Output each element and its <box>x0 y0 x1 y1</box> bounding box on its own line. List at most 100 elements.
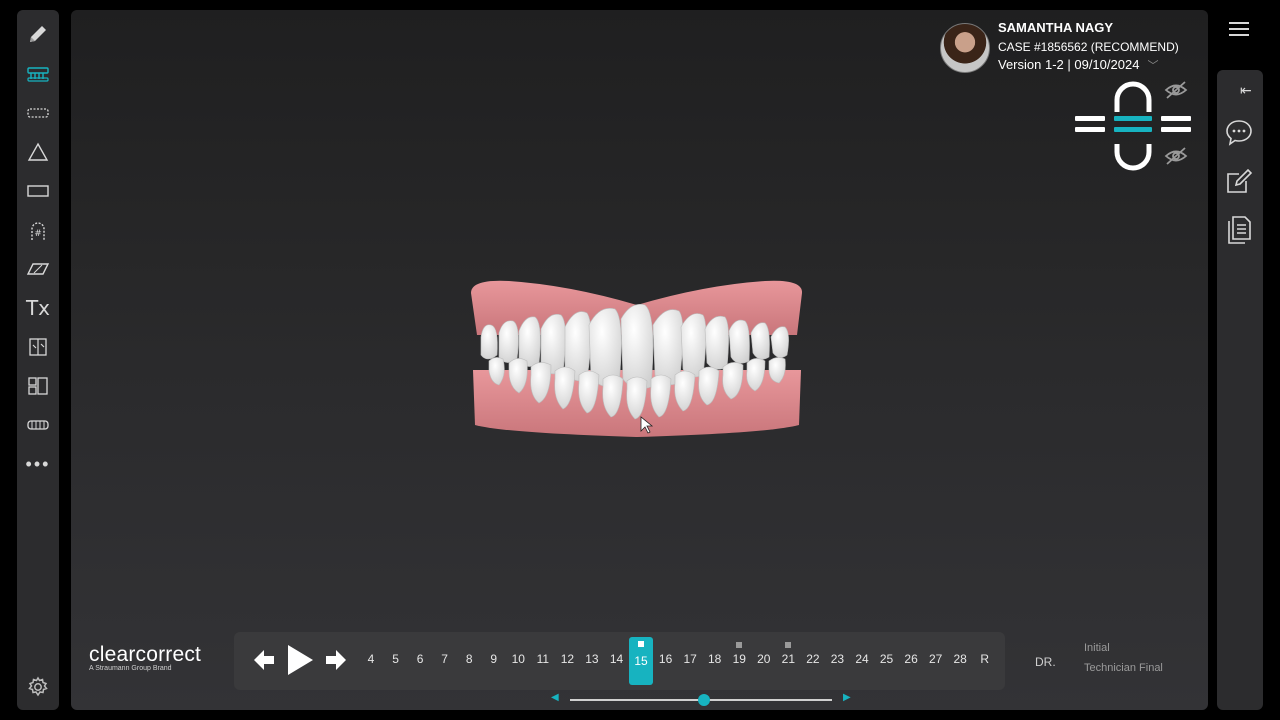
stage-label: 8 <box>465 652 473 666</box>
stage-27[interactable]: 27 <box>924 652 948 666</box>
stage-26[interactable]: 26 <box>899 652 923 666</box>
stage-4[interactable]: 4 <box>359 652 383 666</box>
stage-14[interactable]: 14 <box>605 652 629 666</box>
stage-17[interactable]: 17 <box>678 652 702 666</box>
stage-label: 10 <box>511 652 525 666</box>
arrow-left-icon <box>254 650 274 670</box>
version-label: Version 1-2 | 09/10/2024 <box>998 57 1140 72</box>
comments-button[interactable] <box>1224 118 1254 148</box>
left-toolbar: # Tx ••• <box>17 10 59 710</box>
edit-notes-button[interactable] <box>1224 166 1254 196</box>
parallelogram-icon <box>26 263 50 275</box>
stage-label: 14 <box>609 652 624 666</box>
patient-name: SAMANTHA NAGY <box>998 20 1114 35</box>
upper-arch-icon <box>1114 81 1152 112</box>
tooth-numbering-tool-button[interactable]: # <box>17 215 59 247</box>
stage-label: 9 <box>490 652 498 666</box>
compare-tool-button[interactable] <box>17 331 59 363</box>
stage-label: 4 <box>367 652 375 666</box>
attachments-tool-button[interactable] <box>17 58 59 90</box>
layout-tool-button[interactable] <box>17 370 59 402</box>
stage-label: 5 <box>392 652 399 666</box>
parallelogram-tool-button[interactable] <box>17 253 59 285</box>
play-button[interactable] <box>285 643 315 677</box>
tooth-numbering-icon: # <box>31 222 45 240</box>
pencil-tool-button[interactable] <box>17 18 59 50</box>
stage-20[interactable]: 20 <box>752 652 776 666</box>
stage-label: 6 <box>416 652 424 666</box>
eye-slash-icon <box>1164 147 1188 165</box>
stage-18[interactable]: 18 <box>703 652 727 666</box>
version-selector[interactable]: Version 1-2 | 09/10/2024 ﹀ <box>998 57 1158 73</box>
teeth-3d-model[interactable] <box>469 275 805 437</box>
eye-slash-icon <box>1164 81 1188 99</box>
stage-28[interactable]: 28 <box>948 652 972 666</box>
stage-9[interactable]: 9 <box>482 652 506 666</box>
stage-13[interactable]: 13 <box>580 652 604 666</box>
triangle-tool-button[interactable] <box>17 136 59 168</box>
svg-text:#: # <box>34 229 42 239</box>
stage-label: 18 <box>708 652 722 666</box>
settings-button[interactable] <box>27 676 49 698</box>
stage-slider-knob[interactable] <box>697 694 710 706</box>
stage-15[interactable]: 15 <box>629 637 654 685</box>
more-tools-button[interactable]: ••• <box>17 448 59 480</box>
arch-view-tool-button[interactable] <box>17 97 59 129</box>
stage-5[interactable]: 5 <box>384 652 408 666</box>
case-id: CASE #1856562 (RECOMMEND) <box>998 40 1179 54</box>
step-forward-button[interactable] <box>324 646 348 674</box>
stage-R[interactable]: R <box>973 652 997 666</box>
stage-19[interactable]: 19 <box>727 642 751 666</box>
gear-icon <box>28 676 48 697</box>
stage-16[interactable]: 16 <box>654 652 678 666</box>
rectangle-tool-button[interactable] <box>17 175 59 207</box>
stage-23[interactable]: 23 <box>825 652 849 666</box>
3d-viewport[interactable]: SAMANTHA NAGY CASE #1856562 (RECOMMEND) … <box>71 10 1208 710</box>
stage-label: 7 <box>441 652 448 666</box>
slider-left-arrow-icon[interactable]: ◀ <box>551 692 559 703</box>
play-icon <box>288 645 313 675</box>
layout-icon <box>28 377 48 395</box>
stage-21[interactable]: 21 <box>776 642 800 666</box>
stage-label: 13 <box>585 652 599 666</box>
stage-10[interactable]: 10 <box>506 652 530 666</box>
stage-label: 28 <box>953 652 967 666</box>
step-back-button[interactable] <box>252 646 276 674</box>
stage-label: 19 <box>732 652 746 666</box>
tx-text-icon: Tx <box>25 296 51 320</box>
stage-24[interactable]: 24 <box>850 652 874 666</box>
brand-logo: clearcorrect A Straumann Group Brand <box>89 643 201 672</box>
slider-right-arrow-icon[interactable]: ▶ <box>843 692 851 703</box>
triangle-icon <box>27 142 49 161</box>
collapse-panel-button[interactable]: ⇤ <box>1240 82 1252 99</box>
stage-22[interactable]: 22 <box>801 652 825 666</box>
stage-marker <box>638 641 645 647</box>
collapse-arrow-icon: ⇤ <box>1240 82 1252 98</box>
stage-8[interactable]: 8 <box>457 652 481 666</box>
stage-25[interactable]: 25 <box>875 652 899 666</box>
stage-label: 20 <box>757 652 771 666</box>
stage-label: 22 <box>806 652 820 666</box>
full-arch-icon <box>27 420 49 430</box>
stage-label: 15 <box>634 654 648 668</box>
stage-11[interactable]: 11 <box>531 652 555 666</box>
stage-6[interactable]: 6 <box>408 652 432 666</box>
arch-view-icon <box>27 108 49 118</box>
edit-note-icon <box>1227 168 1253 193</box>
documents-button[interactable] <box>1224 214 1254 246</box>
compare-icon <box>29 338 47 356</box>
stage-label: 12 <box>560 652 575 666</box>
stage-12[interactable]: 12 <box>555 652 579 666</box>
tx-tool-button[interactable]: Tx <box>17 292 59 324</box>
main-menu-button[interactable] <box>1228 20 1250 38</box>
stage-marker <box>736 642 743 648</box>
full-arch-tool-button[interactable] <box>17 409 59 441</box>
legend-initial[interactable]: Initial <box>1084 642 1110 654</box>
aligner-attachments-icon <box>27 67 49 82</box>
stage-label: 24 <box>855 652 869 666</box>
legend-technician-final[interactable]: Technician Final <box>1084 662 1163 674</box>
chevron-down-icon: ﹀ <box>1147 60 1159 72</box>
arch-visibility-toggle[interactable] <box>1071 80 1201 180</box>
stage-7[interactable]: 7 <box>433 652 457 666</box>
stage-marker <box>785 642 792 648</box>
